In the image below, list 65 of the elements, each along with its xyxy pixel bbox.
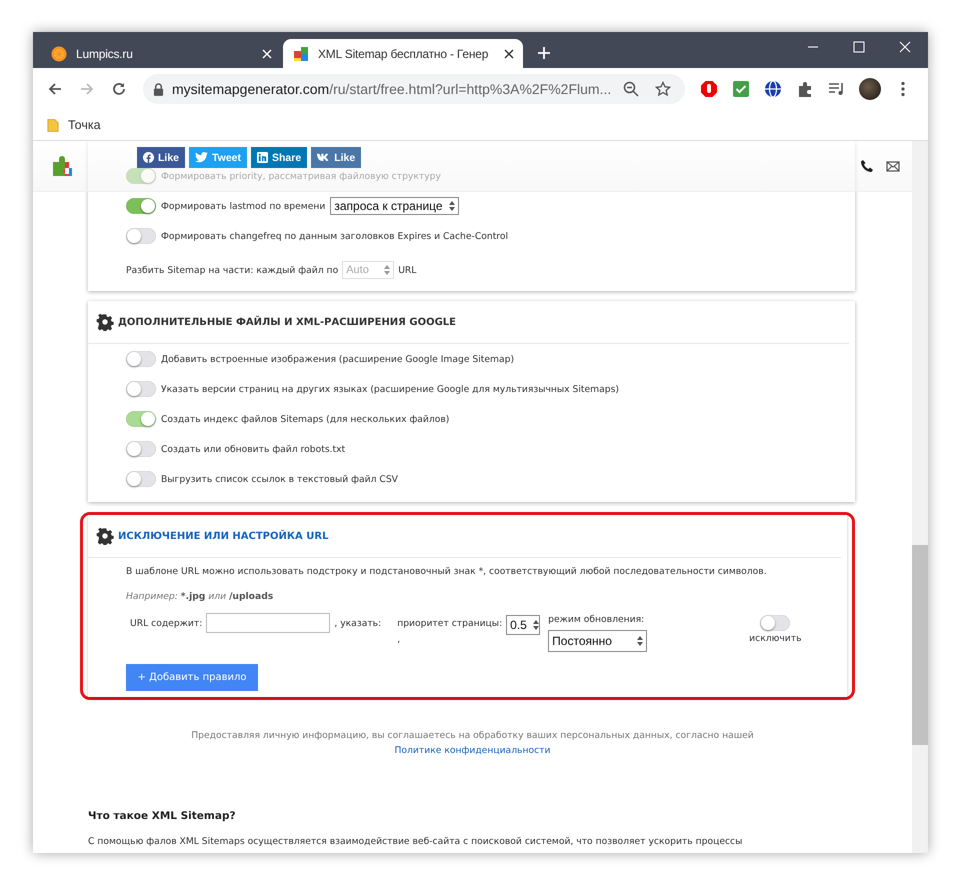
section-title: ДОПОЛНИТЕЛЬНЫЕ ФАЙЛЫ И XML-РАСШИРЕНИЯ GOOGLE <box>118 316 456 328</box>
share-button[interactable]: Like <box>137 147 186 168</box>
option-label: Разбить Sitemap на части: каждый файл по <box>126 264 338 276</box>
toggle-switch[interactable] <box>126 441 156 457</box>
puzzle-icon <box>293 46 309 62</box>
scrollbar[interactable] <box>912 141 928 853</box>
section-title: ИСКЛЮЧЕНИЕ ИЛИ НАСТРОЙКА URL <box>118 530 328 542</box>
toggle-switch[interactable] <box>126 228 156 244</box>
field-label: URL содержит: <box>130 617 202 631</box>
field-label: приоритет страницы: <box>397 617 502 631</box>
gear-icon <box>96 313 114 331</box>
comma-text: , <box>397 633 402 647</box>
share-button[interactable]: Share <box>251 147 308 168</box>
updown-arrow-icon <box>637 636 644 646</box>
field-label: режим обновления: <box>548 613 646 627</box>
consent-text: Предоставляя личную информацию, вы соглашаетесь на обработку ваших персональных данных, согласно нашей Политике конфиденциальности <box>190 729 755 758</box>
priority-dropdown[interactable]: 0.5 <box>506 615 540 635</box>
updown-arrow-icon <box>384 265 390 275</box>
share-button[interactable]: Like <box>311 147 362 168</box>
toggle-switch[interactable] <box>126 351 156 367</box>
article-heading: Что такое XML Sitemap? <box>88 810 237 822</box>
mail-icon[interactable] <box>886 159 900 173</box>
option-label: Формировать changefreq по данным заголовков Expires и Cache-Control <box>161 230 508 242</box>
bird-icon <box>195 152 208 163</box>
privacy-link[interactable]: Политике конфиденциальности <box>394 745 550 756</box>
toggle-switch[interactable] <box>126 168 156 184</box>
option-label: Создать или обновить файл robots.txt <box>161 444 346 454</box>
toggle-switch[interactable] <box>126 471 156 487</box>
toggle-switch[interactable] <box>126 198 156 214</box>
field-label: , указать: <box>334 617 382 631</box>
gear-icon <box>96 527 114 545</box>
url-field[interactable] <box>206 613 330 633</box>
article-text: С помощью фалов XML Sitemaps осуществляется взаимодействие веб-сайта с поисковой системой, что позволяет ускорить процессы <box>88 836 744 847</box>
description: В шаблоне URL можно использовать подстроку и подстановочный знак *, соответствующий любой последовательности символов. <box>126 566 768 577</box>
folder-icon <box>47 118 59 132</box>
mode-dropdown[interactable]: Постоянно <box>548 630 648 652</box>
browser-tab[interactable]: Lumpics.ru <box>41 39 281 68</box>
option-label: Добавить встроенные изображения (расширение Google Image Sitemap) <box>161 354 514 364</box>
phone-icon[interactable] <box>860 159 874 173</box>
example-text: Например: *.jpg или /uploads <box>126 591 274 602</box>
option-label: Выгрузить список ссылок в текстовый файл CSV <box>161 474 398 484</box>
option-label: Указать версии страниц на других языках (расширение Google для мультиязычных Sitemaps) <box>161 384 619 394</box>
field-label: исключить <box>749 632 802 646</box>
logo-icon <box>317 153 330 162</box>
address-bar[interactable]: mysitemapgenerator.com/ru/start/free.html?url=http%3A%2F%2Flum... <box>143 74 686 104</box>
option-label: Формировать priority, рассматривая файловую структуру <box>161 170 441 182</box>
lock-icon <box>153 82 164 96</box>
toggle-switch[interactable] <box>126 411 156 427</box>
option-label: Формировать lastmod по времени <box>161 200 326 212</box>
bookmark[interactable]: Точка <box>47 118 101 132</box>
updown-arrow-icon <box>448 201 455 211</box>
browser-tab[interactable]: XML Sitemap бесплатно - Генер <box>283 39 523 68</box>
new-tab-icon[interactable] <box>537 46 551 60</box>
dropdown[interactable]: запроса к странице <box>330 197 459 215</box>
fruit-slice-icon <box>51 46 67 62</box>
logo-icon <box>143 152 154 163</box>
option-label: Создать индекс файлов Sitemaps (для нескольких файлов) <box>161 414 450 424</box>
puzzle-logo-icon[interactable] <box>51 154 75 178</box>
option-label: URL <box>398 264 416 276</box>
updown-arrow-icon <box>532 620 539 630</box>
logo-icon <box>257 152 268 163</box>
toggle-switch[interactable] <box>760 615 790 631</box>
avatar[interactable] <box>859 78 882 100</box>
add-rule-button[interactable]: + Добавить правило <box>126 664 258 691</box>
toggle-switch[interactable] <box>126 381 156 397</box>
